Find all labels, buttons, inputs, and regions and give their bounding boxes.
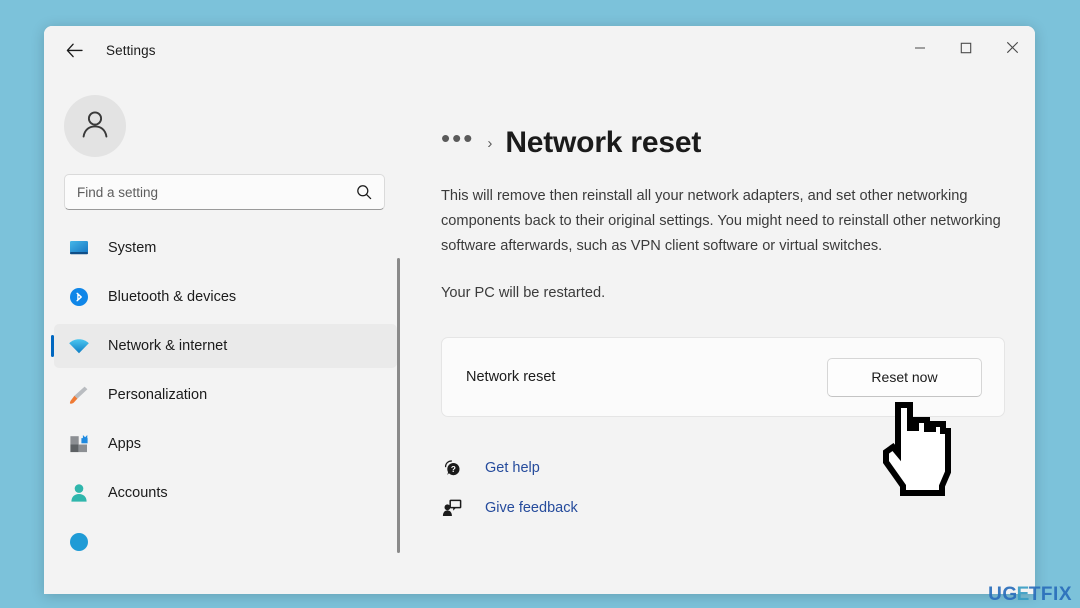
sidebar-item-network-internet[interactable]: Network & internet bbox=[51, 324, 397, 368]
watermark-part-a: UG bbox=[988, 584, 1018, 605]
sidebar-item-system[interactable]: System bbox=[54, 226, 397, 270]
breadcrumb: ••• › Network reset bbox=[441, 125, 1005, 160]
title-bar: Settings bbox=[44, 26, 1035, 74]
sidebar-scrollbar[interactable] bbox=[397, 258, 400, 553]
sidebar: System Bluetooth & devices bbox=[44, 74, 407, 594]
chevron-right-icon: › bbox=[487, 134, 493, 152]
ugetfix-watermark: UG E TFIX bbox=[988, 584, 1072, 606]
time-language-icon bbox=[66, 529, 92, 555]
sidebar-item-partial[interactable] bbox=[54, 520, 397, 564]
reset-now-button[interactable]: Reset now bbox=[827, 357, 982, 397]
close-button[interactable] bbox=[989, 26, 1035, 74]
page-description: This will remove then reinstall all your… bbox=[441, 188, 1001, 254]
paintbrush-icon bbox=[66, 382, 92, 408]
content-pane: ••• › Network reset This will remove the… bbox=[407, 74, 1035, 594]
sidebar-item-accounts[interactable]: Accounts bbox=[54, 471, 397, 515]
sidebar-nav: System Bluetooth & devices Network & int… bbox=[44, 226, 407, 564]
link-label: Get help bbox=[485, 460, 540, 476]
breadcrumb-ellipsis-button[interactable]: ••• bbox=[441, 125, 474, 155]
window-body: System Bluetooth & devices bbox=[44, 74, 1035, 594]
back-button[interactable] bbox=[56, 34, 92, 66]
card-label: Network reset bbox=[466, 369, 556, 385]
accounts-person-icon bbox=[66, 480, 92, 506]
get-help-link[interactable]: ? Get help bbox=[441, 457, 540, 479]
page-title: Network reset bbox=[505, 126, 702, 159]
help-question-icon: ? bbox=[441, 457, 463, 479]
footer-links: ? Get help Give feedback bbox=[441, 457, 1005, 519]
search-input[interactable] bbox=[77, 184, 350, 200]
give-feedback-link[interactable]: Give feedback bbox=[441, 497, 578, 519]
maximize-icon bbox=[960, 41, 972, 59]
account-row[interactable] bbox=[44, 80, 407, 166]
sidebar-item-label: Bluetooth & devices bbox=[108, 289, 237, 305]
sidebar-item-bluetooth-devices[interactable]: Bluetooth & devices bbox=[54, 275, 397, 319]
link-label: Give feedback bbox=[485, 500, 578, 516]
network-reset-card: Network reset Reset now bbox=[441, 337, 1005, 417]
back-arrow-icon bbox=[66, 43, 83, 58]
system-monitor-icon bbox=[66, 235, 92, 261]
svg-text:?: ? bbox=[451, 465, 456, 474]
sidebar-item-apps[interactable]: Apps bbox=[54, 422, 397, 466]
maximize-button[interactable] bbox=[943, 26, 989, 74]
search-box[interactable] bbox=[64, 174, 385, 210]
restart-note: Your PC will be restarted. bbox=[441, 285, 606, 301]
feedback-person-icon bbox=[441, 497, 463, 519]
sidebar-item-label: Network & internet bbox=[108, 338, 228, 354]
sidebar-item-personalization[interactable]: Personalization bbox=[54, 373, 397, 417]
watermark-part-b: TFIX bbox=[1028, 584, 1072, 605]
wifi-icon bbox=[66, 333, 92, 359]
person-avatar-icon bbox=[78, 107, 112, 146]
sidebar-item-label: Personalization bbox=[108, 387, 208, 403]
sidebar-item-label: System bbox=[108, 240, 157, 256]
bluetooth-icon bbox=[66, 284, 92, 310]
sidebar-item-label: Accounts bbox=[108, 485, 168, 501]
window-controls bbox=[897, 26, 1035, 74]
minimize-icon bbox=[914, 41, 926, 59]
apps-blocks-icon bbox=[66, 431, 92, 457]
sidebar-item-label: Apps bbox=[108, 436, 142, 452]
close-icon bbox=[1006, 41, 1019, 59]
avatar bbox=[64, 95, 126, 157]
search-icon bbox=[356, 184, 372, 200]
app-title: Settings bbox=[106, 42, 156, 58]
minimize-button[interactable] bbox=[897, 26, 943, 74]
settings-window: Settings Find a setting System Bluetooth… bbox=[44, 26, 1035, 594]
